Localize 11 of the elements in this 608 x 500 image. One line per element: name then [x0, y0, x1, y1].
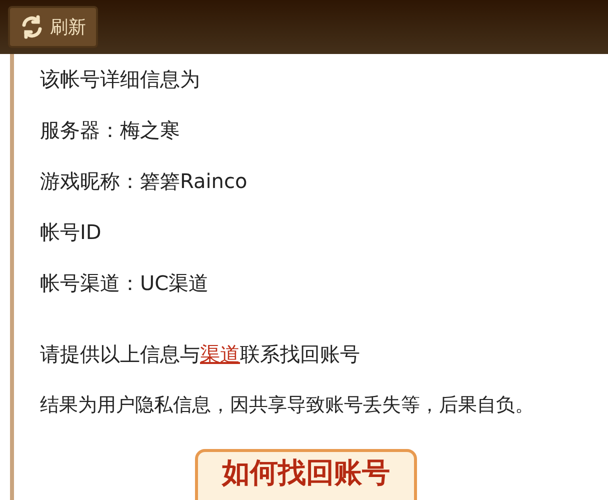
channel-link[interactable]: 渠道: [200, 342, 240, 366]
help-banner[interactable]: 如何找回账号: [195, 449, 417, 500]
info-line: 该帐号详细信息为: [40, 66, 201, 93]
refresh-icon: [20, 15, 44, 39]
refresh-button[interactable]: 刷新: [8, 6, 98, 48]
info-line: 服务器：梅之寒: [40, 117, 181, 144]
info-line: 帐号渠道：UC渠道: [40, 270, 210, 297]
notice-text: 请提供以上信息与渠道联系找回账号: [40, 341, 361, 368]
info-line: 游戏昵称：箬箬Rainco: [40, 168, 248, 195]
info-line: 帐号ID: [40, 219, 102, 246]
warning-text: 结果为用户隐私信息，因共享导致账号丢失等，后果自负。: [40, 393, 535, 418]
